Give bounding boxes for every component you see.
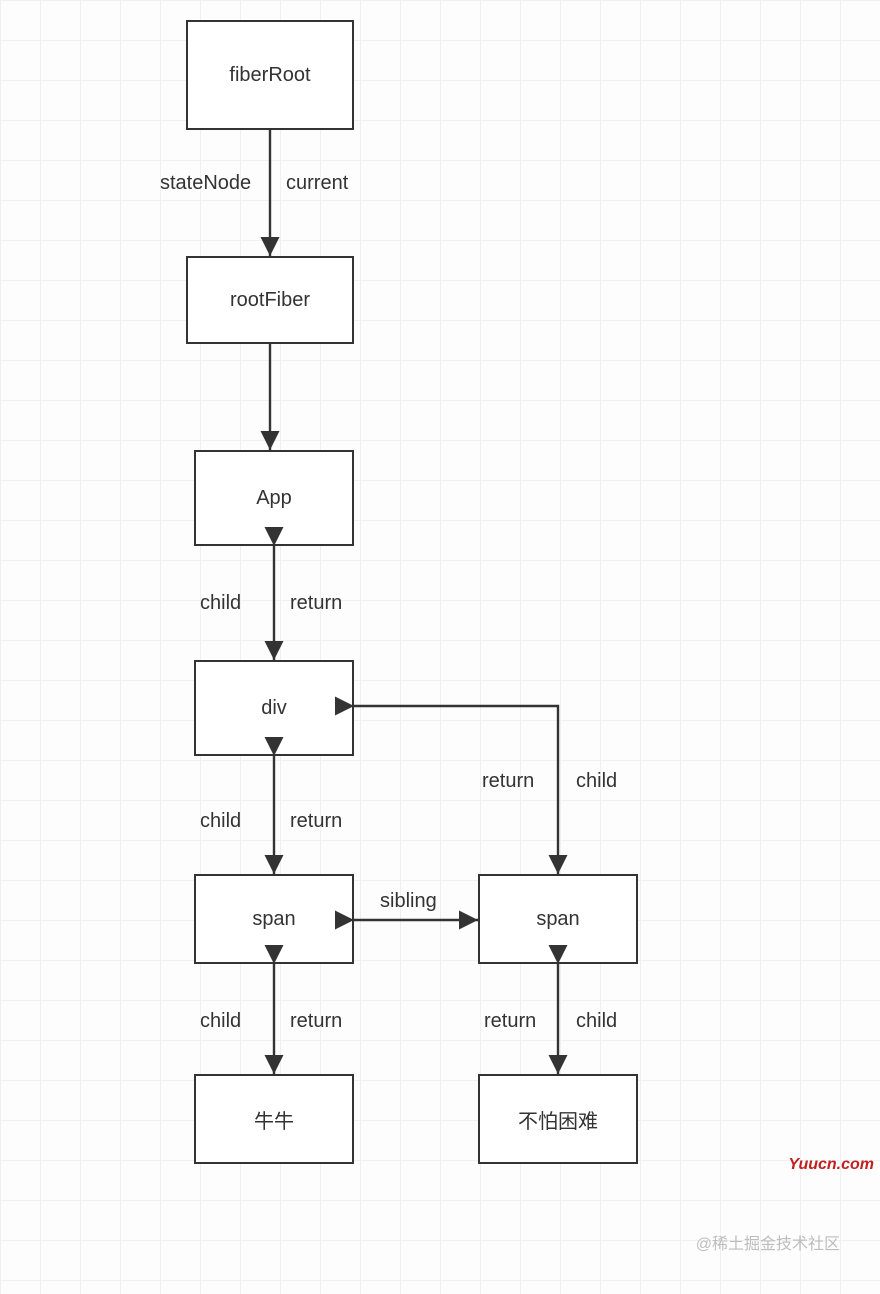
label-current: current bbox=[286, 172, 348, 195]
label-child-div-span: child bbox=[200, 810, 241, 833]
node-app: App bbox=[194, 450, 354, 546]
label-return-text-span: return bbox=[290, 1010, 342, 1033]
label-return-span-div: return bbox=[290, 810, 342, 833]
label-statenode: stateNode bbox=[160, 172, 251, 195]
label-sibling: sibling bbox=[380, 890, 437, 913]
node-div: div bbox=[194, 660, 354, 756]
label-child-span2-text2: child bbox=[576, 1010, 617, 1033]
watermark-site: Yuucn.com bbox=[788, 1156, 874, 1174]
label-child-span-text: child bbox=[200, 1010, 241, 1033]
node-fiber-root: fiberRoot bbox=[186, 20, 354, 130]
label-return-span2-div: return bbox=[482, 770, 534, 793]
watermark-community: @稀土掘金技术社区 bbox=[696, 1230, 840, 1254]
node-span-2: span bbox=[478, 874, 638, 964]
node-span-1: span bbox=[194, 874, 354, 964]
node-leaf-1: 牛牛 bbox=[194, 1074, 354, 1164]
diagram-edges bbox=[0, 0, 880, 1294]
label-return-div-app: return bbox=[290, 592, 342, 615]
label-child-div-span2: child bbox=[576, 770, 617, 793]
label-return-text2-span2: return bbox=[484, 1010, 536, 1033]
label-child-app-div: child bbox=[200, 592, 241, 615]
node-root-fiber: rootFiber bbox=[186, 256, 354, 344]
node-leaf-2: 不怕困难 bbox=[478, 1074, 638, 1164]
